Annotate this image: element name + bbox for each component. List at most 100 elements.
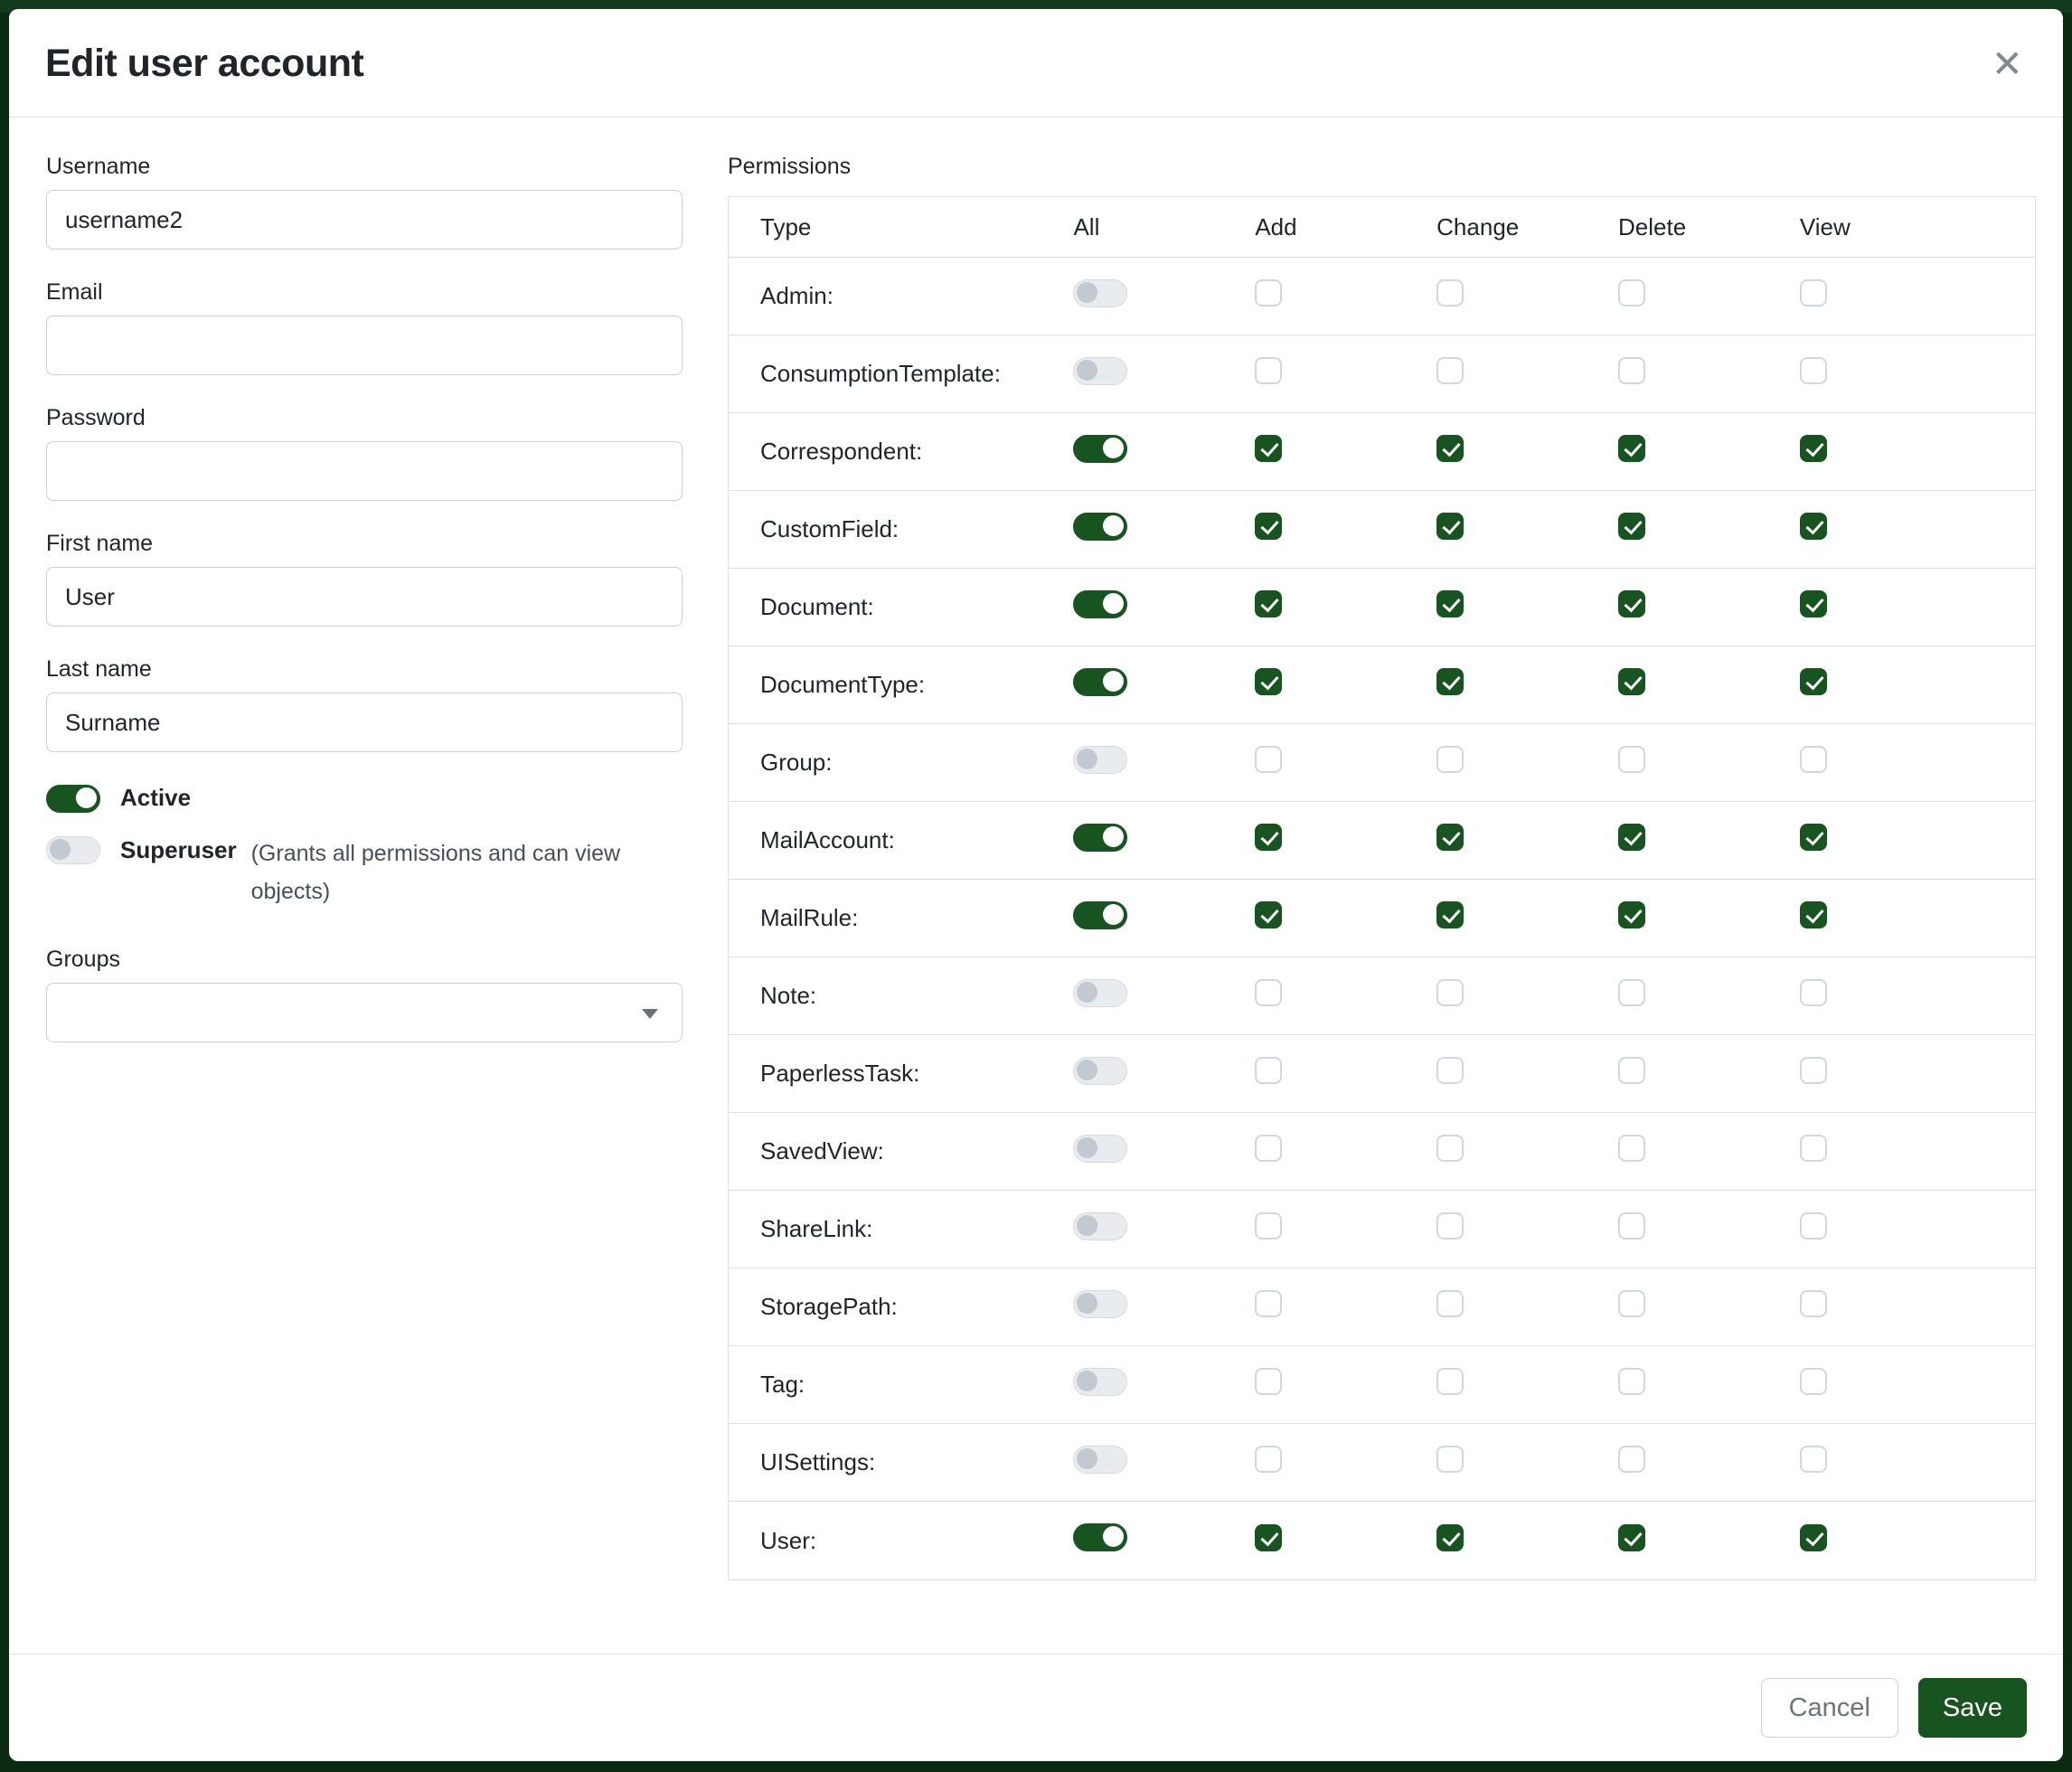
password-input[interactable]: [46, 441, 683, 501]
permission-change-checkbox[interactable]: [1436, 746, 1464, 773]
last-name-input[interactable]: [46, 693, 683, 752]
permission-delete-checkbox[interactable]: [1618, 435, 1645, 462]
permission-all-toggle[interactable]: [1073, 746, 1127, 774]
permission-row: Group:: [729, 724, 2035, 802]
permission-view-checkbox[interactable]: [1800, 824, 1827, 851]
permission-add-checkbox[interactable]: [1255, 435, 1282, 462]
permission-all-toggle[interactable]: [1073, 1446, 1127, 1474]
permission-change-checkbox[interactable]: [1436, 1368, 1464, 1395]
permission-change-checkbox[interactable]: [1436, 1057, 1464, 1084]
permission-delete-checkbox[interactable]: [1618, 1135, 1645, 1162]
permission-delete-checkbox[interactable]: [1618, 824, 1645, 851]
permission-change-checkbox[interactable]: [1436, 979, 1464, 1006]
active-toggle[interactable]: [46, 785, 100, 813]
permission-view-checkbox[interactable]: [1800, 1368, 1827, 1395]
permission-delete-checkbox[interactable]: [1618, 1524, 1645, 1551]
permission-change-checkbox[interactable]: [1436, 668, 1464, 695]
permission-delete-checkbox[interactable]: [1618, 1446, 1645, 1473]
permission-view-checkbox[interactable]: [1800, 668, 1827, 695]
username-input[interactable]: [46, 190, 683, 250]
permission-view-checkbox[interactable]: [1800, 1446, 1827, 1473]
permission-view-checkbox[interactable]: [1800, 1212, 1827, 1239]
permission-view-checkbox[interactable]: [1800, 279, 1827, 306]
permission-delete-checkbox[interactable]: [1618, 590, 1645, 617]
toggle-knob: [1103, 593, 1124, 614]
permission-delete-checkbox[interactable]: [1618, 513, 1645, 540]
permission-add-checkbox[interactable]: [1255, 1135, 1282, 1162]
permission-add-checkbox[interactable]: [1255, 746, 1282, 773]
permission-all-toggle[interactable]: [1073, 435, 1127, 463]
permission-all-toggle[interactable]: [1073, 357, 1127, 385]
permission-change-checkbox[interactable]: [1436, 1524, 1464, 1551]
permission-change-checkbox[interactable]: [1436, 513, 1464, 540]
permission-all-toggle[interactable]: [1073, 668, 1127, 696]
permission-all-toggle[interactable]: [1073, 1135, 1127, 1163]
permission-view-checkbox[interactable]: [1800, 357, 1827, 384]
permission-change-checkbox[interactable]: [1436, 357, 1464, 384]
permission-change-checkbox[interactable]: [1436, 279, 1464, 306]
permission-delete-checkbox[interactable]: [1618, 1368, 1645, 1395]
permission-add-checkbox[interactable]: [1255, 513, 1282, 540]
permission-add-checkbox[interactable]: [1255, 668, 1282, 695]
permission-all-toggle[interactable]: [1073, 979, 1127, 1007]
permission-all-toggle[interactable]: [1073, 1057, 1127, 1085]
permission-all-toggle[interactable]: [1073, 513, 1127, 541]
permission-add-checkbox[interactable]: [1255, 1057, 1282, 1084]
permission-delete-checkbox[interactable]: [1618, 1212, 1645, 1239]
email-input[interactable]: [46, 316, 683, 375]
permission-delete-checkbox[interactable]: [1618, 901, 1645, 928]
permission-all-toggle[interactable]: [1073, 1523, 1127, 1551]
permission-change-checkbox[interactable]: [1436, 901, 1464, 928]
permission-all-toggle[interactable]: [1073, 1290, 1127, 1318]
permission-add-checkbox[interactable]: [1255, 824, 1282, 851]
permission-all-toggle[interactable]: [1073, 279, 1127, 307]
permission-all-toggle[interactable]: [1073, 824, 1127, 852]
permission-change-checkbox[interactable]: [1436, 590, 1464, 617]
permission-all-toggle[interactable]: [1073, 590, 1127, 618]
permission-view-checkbox[interactable]: [1800, 746, 1827, 773]
permission-delete-checkbox[interactable]: [1618, 1057, 1645, 1084]
permission-change-checkbox[interactable]: [1436, 824, 1464, 851]
permission-add-checkbox[interactable]: [1255, 1368, 1282, 1395]
groups-select[interactable]: [46, 983, 683, 1042]
permission-add-checkbox[interactable]: [1255, 1524, 1282, 1551]
permission-change-checkbox[interactable]: [1436, 1212, 1464, 1239]
close-icon[interactable]: ✕: [1992, 45, 2023, 83]
permission-add-checkbox[interactable]: [1255, 590, 1282, 617]
permission-view-checkbox[interactable]: [1800, 979, 1827, 1006]
permission-delete-checkbox[interactable]: [1618, 279, 1645, 306]
permission-add-checkbox[interactable]: [1255, 1290, 1282, 1317]
permission-delete-checkbox[interactable]: [1618, 979, 1645, 1006]
permission-delete-checkbox[interactable]: [1618, 668, 1645, 695]
edit-user-modal: Edit user account ✕ Username Email Passw…: [9, 9, 2063, 1761]
permission-delete-checkbox[interactable]: [1618, 746, 1645, 773]
permission-change-checkbox[interactable]: [1436, 435, 1464, 462]
permission-view-checkbox[interactable]: [1800, 1135, 1827, 1162]
first-name-input[interactable]: [46, 567, 683, 627]
permission-add-checkbox[interactable]: [1255, 279, 1282, 306]
permission-view-checkbox[interactable]: [1800, 513, 1827, 540]
permission-change-checkbox[interactable]: [1436, 1135, 1464, 1162]
permission-view-checkbox[interactable]: [1800, 435, 1827, 462]
permission-delete-checkbox[interactable]: [1618, 1290, 1645, 1317]
permission-view-checkbox[interactable]: [1800, 1290, 1827, 1317]
permission-view-checkbox[interactable]: [1800, 1057, 1827, 1084]
save-button[interactable]: Save: [1918, 1678, 2027, 1738]
permission-all-toggle[interactable]: [1073, 1212, 1127, 1240]
permission-add-checkbox[interactable]: [1255, 357, 1282, 384]
permission-all-toggle[interactable]: [1073, 1368, 1127, 1396]
cancel-button[interactable]: Cancel: [1761, 1678, 1898, 1738]
permission-delete-checkbox[interactable]: [1618, 357, 1645, 384]
permission-change-checkbox[interactable]: [1436, 1290, 1464, 1317]
permission-type-label: StoragePath:: [729, 1293, 1073, 1321]
permission-view-checkbox[interactable]: [1800, 901, 1827, 928]
permission-add-checkbox[interactable]: [1255, 1212, 1282, 1239]
permission-add-checkbox[interactable]: [1255, 979, 1282, 1006]
permission-change-checkbox[interactable]: [1436, 1446, 1464, 1473]
permission-view-checkbox[interactable]: [1800, 590, 1827, 617]
permission-all-toggle[interactable]: [1073, 901, 1127, 929]
superuser-toggle[interactable]: [46, 836, 100, 864]
permission-add-checkbox[interactable]: [1255, 1446, 1282, 1473]
permission-add-checkbox[interactable]: [1255, 901, 1282, 928]
permission-view-checkbox[interactable]: [1800, 1524, 1827, 1551]
